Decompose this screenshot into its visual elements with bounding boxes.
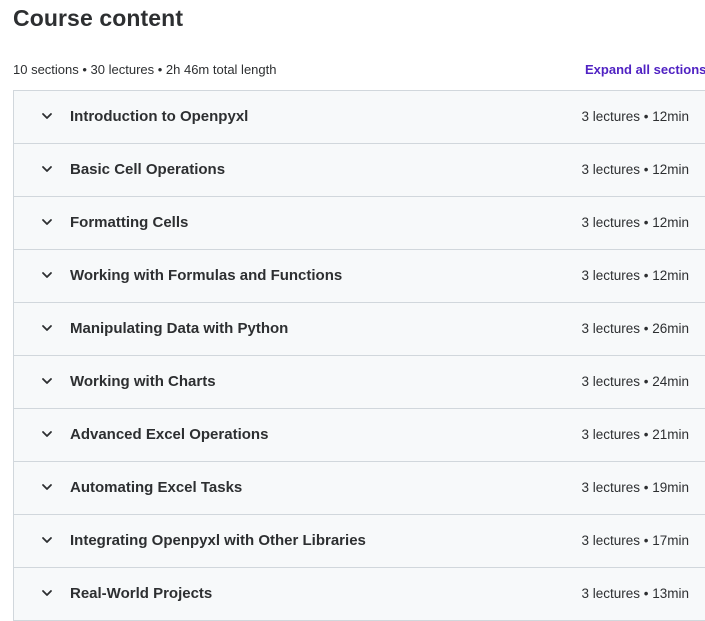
chevron-down-icon xyxy=(42,431,52,437)
section-meta: 3 lectures • 19min xyxy=(581,480,689,495)
chevron-down-icon xyxy=(42,590,52,596)
section-meta: 3 lectures • 13min xyxy=(581,586,689,601)
section-meta: 3 lectures • 12min xyxy=(581,268,689,283)
section-8[interactable]: Automating Excel Tasks 3 lectures • 19mi… xyxy=(14,462,705,515)
section-list: Introduction to Openpyxl 3 lectures • 12… xyxy=(13,90,705,621)
section-title: Working with Charts xyxy=(70,373,216,390)
section-title: Basic Cell Operations xyxy=(70,161,226,178)
section-meta: 3 lectures • 12min xyxy=(581,162,689,177)
section-title: Formatting Cells xyxy=(70,214,189,231)
page-title: Course content xyxy=(13,5,184,31)
section-title: Real-World Projects xyxy=(70,585,213,602)
section-10[interactable]: Real-World Projects 3 lectures • 13min xyxy=(14,568,705,621)
section-6[interactable]: Working with Charts 3 lectures • 24min xyxy=(14,356,705,409)
section-meta: 3 lectures • 12min xyxy=(581,215,689,230)
section-5[interactable]: Manipulating Data with Python 3 lectures… xyxy=(14,303,705,356)
section-meta: 3 lectures • 17min xyxy=(581,533,689,548)
section-meta: 3 lectures • 24min xyxy=(581,374,689,389)
section-4[interactable]: Working with Formulas and Functions 3 le… xyxy=(14,250,705,303)
chevron-down-icon xyxy=(42,325,52,331)
course-summary: 10 sections • 30 lectures • 2h 46m total… xyxy=(13,62,277,77)
section-3[interactable]: Formatting Cells 3 lectures • 12min xyxy=(14,197,705,250)
section-title: Introduction to Openpyxl xyxy=(70,108,249,125)
section-7[interactable]: Advanced Excel Operations 3 lectures • 2… xyxy=(14,409,705,462)
chevron-down-icon xyxy=(42,378,52,384)
section-meta: 3 lectures • 26min xyxy=(581,321,689,336)
section-meta: 3 lectures • 21min xyxy=(581,427,689,442)
expand-all-sections-button[interactable]: Expand all sections xyxy=(585,62,705,77)
chevron-down-icon xyxy=(42,484,52,490)
section-title: Advanced Excel Operations xyxy=(70,426,269,443)
chevron-down-icon xyxy=(42,113,52,119)
section-meta: 3 lectures • 12min xyxy=(581,109,689,124)
section-title: Integrating Openpyxl with Other Librarie… xyxy=(70,532,366,549)
section-title: Working with Formulas and Functions xyxy=(70,267,343,284)
chevron-down-icon xyxy=(42,537,52,543)
section-title: Manipulating Data with Python xyxy=(70,320,289,337)
chevron-down-icon xyxy=(42,219,52,225)
section-title: Automating Excel Tasks xyxy=(70,479,243,496)
section-2[interactable]: Basic Cell Operations 3 lectures • 12min xyxy=(14,144,705,197)
section-9[interactable]: Integrating Openpyxl with Other Librarie… xyxy=(14,515,705,568)
chevron-down-icon xyxy=(42,166,52,172)
section-1[interactable]: Introduction to Openpyxl 3 lectures • 12… xyxy=(14,91,705,144)
chevron-down-icon xyxy=(42,272,52,278)
